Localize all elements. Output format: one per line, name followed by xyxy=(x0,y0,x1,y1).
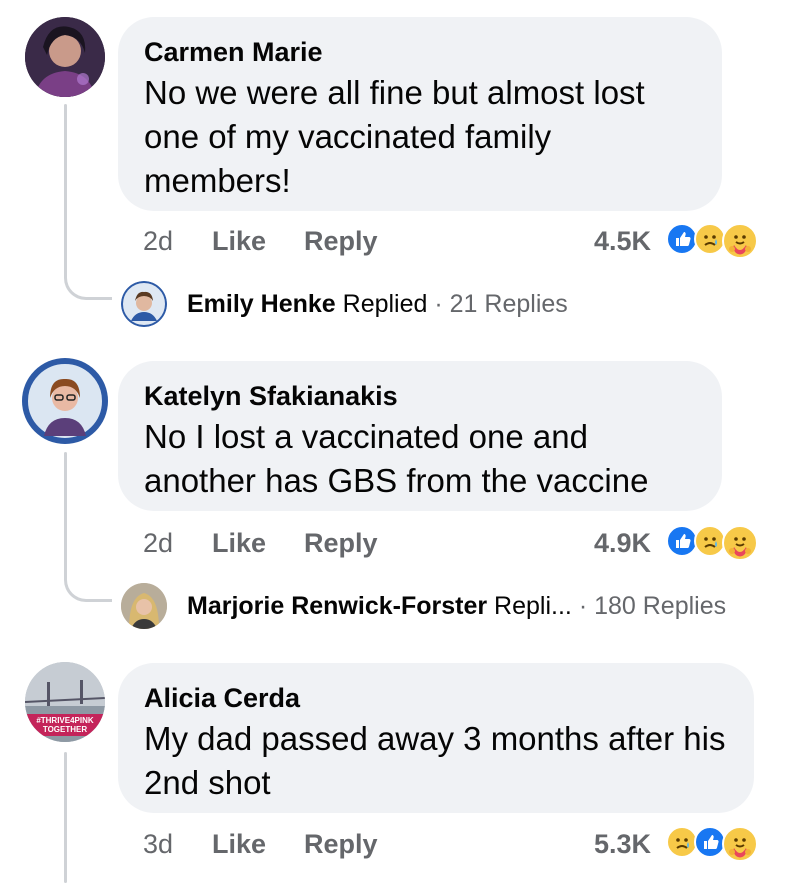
reply-button[interactable]: Reply xyxy=(304,224,378,258)
thread-elbow xyxy=(64,552,112,602)
comment-text: My dad passed away 3 months after his 2n… xyxy=(144,720,726,801)
comment-text: No we were all fine but almost lost one … xyxy=(144,74,645,199)
thread-line xyxy=(64,104,67,264)
comment-bubble[interactable]: Carmen Marie No we were all fine but alm… xyxy=(118,17,722,211)
avatar-emily-henke[interactable] xyxy=(121,281,167,327)
reply-button[interactable]: Reply xyxy=(304,526,378,560)
reaction-count[interactable]: 4.9K xyxy=(594,526,651,560)
avatar-banner-line1: #THRIVE4PINK xyxy=(36,716,94,725)
care-hug-icon xyxy=(722,826,758,862)
like-button[interactable]: Like xyxy=(212,224,266,258)
care-hug-icon xyxy=(722,525,758,561)
replies-preview[interactable]: Emily Henke Replied · 21 Replies xyxy=(187,288,568,320)
like-button[interactable]: Like xyxy=(212,827,266,861)
comment-time[interactable]: 2d xyxy=(143,526,173,560)
comment-author[interactable]: Alicia Cerda xyxy=(144,681,728,715)
care-hug-icon xyxy=(722,223,758,259)
avatar-katelyn-sfakianakis[interactable] xyxy=(22,358,108,444)
thread-line xyxy=(64,452,67,566)
comment-author[interactable]: Katelyn Sfakianakis xyxy=(144,379,696,413)
comment-bubble[interactable]: Alicia Cerda My dad passed away 3 months… xyxy=(118,663,754,813)
reaction-count[interactable]: 4.5K xyxy=(594,224,651,258)
avatar-banner-line2: TOGETHER xyxy=(42,725,88,734)
like-button[interactable]: Like xyxy=(212,526,266,560)
reply-button[interactable]: Reply xyxy=(304,827,378,861)
avatar-marjorie-renwick-forster[interactable] xyxy=(121,583,167,629)
replied-label: Replied xyxy=(342,290,428,318)
thread-elbow xyxy=(64,250,112,300)
thread-line xyxy=(64,752,67,883)
comment-time[interactable]: 2d xyxy=(143,224,173,258)
comment-time[interactable]: 3d xyxy=(143,827,173,861)
avatar-carmen-marie[interactable] xyxy=(25,17,105,97)
comment-bubble[interactable]: Katelyn Sfakianakis No I lost a vaccinat… xyxy=(118,361,722,511)
replies-count[interactable]: 180 Replies xyxy=(594,592,726,620)
comment-author[interactable]: Carmen Marie xyxy=(144,35,696,69)
comment-text: No I lost a vaccinated one and another h… xyxy=(144,418,649,499)
separator: · xyxy=(434,290,443,318)
separator: · xyxy=(578,592,588,620)
replied-label: Repli... xyxy=(494,592,572,620)
replies-count[interactable]: 21 Replies xyxy=(450,290,568,318)
replies-preview[interactable]: Marjorie Renwick-Forster Repli... · 180 … xyxy=(187,590,726,622)
replier-name[interactable]: Marjorie Renwick-Forster xyxy=(187,592,487,620)
reaction-count[interactable]: 5.3K xyxy=(594,827,651,861)
replier-name[interactable]: Emily Henke xyxy=(187,290,336,318)
